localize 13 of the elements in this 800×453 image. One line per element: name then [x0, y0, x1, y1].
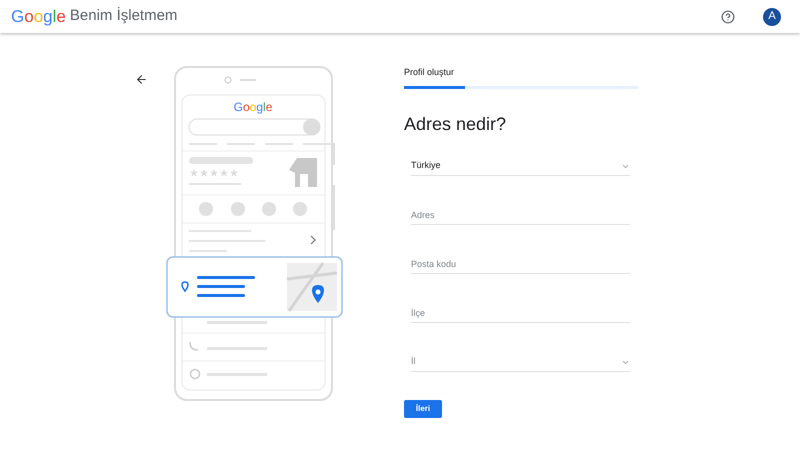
- step-label: Profil oluştur: [404, 66, 456, 79]
- account-avatar[interactable]: A: [763, 8, 781, 26]
- input-field[interactable]: Adres: [411, 206, 630, 224]
- product-name: Benim İşletmem: [70, 6, 178, 26]
- google-logo: Google: [11, 6, 66, 28]
- help-icon[interactable]: [721, 10, 735, 24]
- page-title: Adres nedir?: [404, 112, 508, 136]
- select-field[interactable]: Türkiye: [411, 158, 630, 176]
- back-arrow-icon: [135, 73, 148, 86]
- next-button[interactable]: İleri: [404, 400, 442, 418]
- input-field[interactable]: İlçe: [411, 304, 630, 322]
- select-field[interactable]: İl: [411, 354, 630, 372]
- input-field[interactable]: Posta kodu: [411, 256, 630, 274]
